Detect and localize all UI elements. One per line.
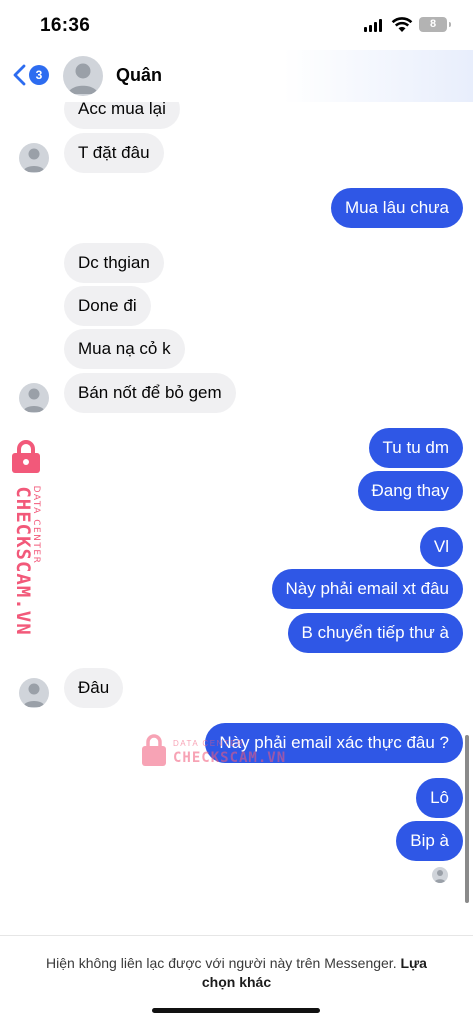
message-incoming[interactable]: Đâu [64, 668, 124, 708]
seen-indicator-avatar [432, 867, 448, 883]
contact-name[interactable]: Quân [116, 65, 162, 86]
message-outgoing[interactable]: Mua lâu chưa [331, 188, 463, 228]
message-outgoing[interactable]: B chuyển tiếp thư à [287, 613, 463, 653]
cellular-signal-icon [364, 19, 384, 32]
notice-message: Hiện không liên lạc được với người này t… [46, 955, 397, 971]
message-outgoing[interactable]: Này phải email xác thực đâu ? [205, 723, 463, 763]
sender-avatar [19, 143, 49, 173]
contact-avatar[interactable] [63, 56, 103, 96]
watermark-main: CHECKSCAM.VN [12, 486, 34, 636]
message-outgoing[interactable]: Lô [416, 778, 463, 818]
message-outgoing[interactable]: Vl [419, 527, 463, 567]
chat-header: 3 Quân [0, 50, 473, 102]
message-outgoing[interactable]: Tu tu dm [368, 428, 463, 468]
message-incoming[interactable]: Dc thgian [64, 243, 164, 283]
message-outgoing[interactable]: Đang thay [357, 471, 463, 511]
message-incoming[interactable]: Bán nốt để bỏ gem [64, 373, 236, 413]
home-indicator [152, 1008, 320, 1013]
back-button[interactable]: 3 [12, 62, 52, 88]
message-incoming[interactable]: T đặt đâu [64, 133, 164, 173]
wifi-icon [391, 17, 413, 32]
status-time: 16:36 [40, 15, 91, 36]
message-incoming[interactable]: Mua nạ cỏ k [64, 329, 185, 369]
message-outgoing[interactable]: Này phải email xt đâu [271, 569, 463, 609]
message-incoming[interactable]: Done đi [64, 286, 151, 326]
scrollbar[interactable] [465, 735, 469, 903]
status-bar: 16:36 8 [0, 0, 473, 50]
lock-icon [142, 734, 166, 766]
unread-count-badge: 3 [29, 65, 49, 85]
watermark-vertical: DATA CENTER CHECKSCAM.VN [0, 440, 50, 650]
battery-icon: 8 [419, 17, 451, 32]
sender-avatar [19, 383, 49, 413]
notice-text: Hiện không liên lạc được với người này t… [30, 954, 443, 992]
sender-avatar [19, 678, 49, 708]
chevron-left-icon [13, 64, 26, 86]
lock-icon [12, 440, 40, 473]
message-outgoing[interactable]: Bip à [396, 821, 463, 861]
